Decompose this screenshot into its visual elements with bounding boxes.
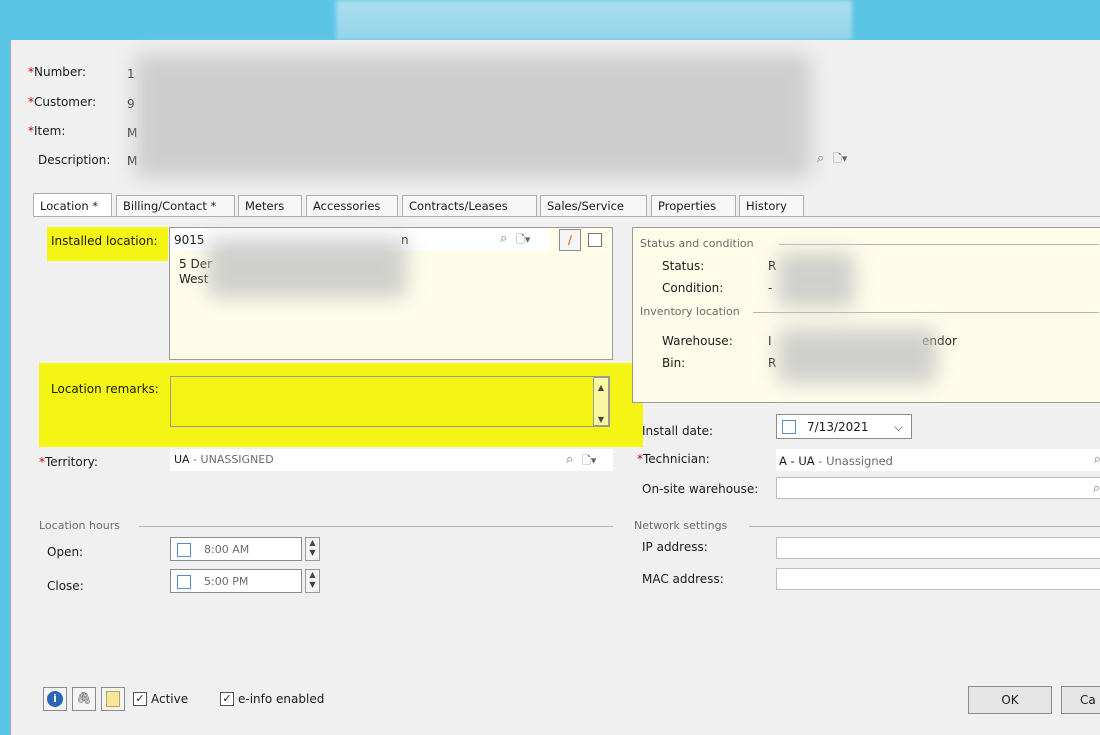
tab-billing-contact[interactable]: Billing/Contact * (116, 195, 235, 216)
dialog-window: Number: Customer: Item: Description: 1 9… (10, 40, 1100, 735)
search-icon[interactable]: ⌕ (1094, 452, 1100, 467)
mac-address-field[interactable] (776, 568, 1100, 590)
close-time-picker[interactable]: 5:00 PM (170, 569, 302, 593)
notes-button[interactable] (101, 687, 125, 711)
active-checkbox[interactable]: ✓ (133, 692, 147, 706)
install-date-picker[interactable]: 7/13/2021 ⌵ (776, 414, 912, 439)
close-time-spinner[interactable]: ▲ ▼ (305, 569, 320, 593)
installed-location-label: Installed location: (51, 234, 158, 248)
search-icon[interactable]: ⌕ (566, 452, 573, 467)
onsite-warehouse-field[interactable]: ⌕ (776, 477, 1100, 499)
location-remarks-label: Location remarks: (51, 382, 159, 396)
ok-button[interactable]: OK (968, 686, 1052, 714)
bin-label: Bin: (662, 356, 686, 370)
open-label: Open: (47, 545, 84, 559)
active-label: Active (151, 692, 189, 706)
window-title-redacted (336, 0, 852, 40)
onsite-warehouse-label: On-site warehouse: (642, 482, 759, 496)
attach-button[interactable]: 🖇 (72, 687, 96, 711)
number-label: Number: (28, 65, 86, 79)
network-settings-title: Network settings (634, 519, 728, 532)
note-dropdown-icon[interactable]: 🗋▾ (516, 231, 530, 250)
search-icon[interactable]: ⌕ (1093, 481, 1100, 496)
technician-field[interactable]: A - UA - Unassigned ⌕ (776, 449, 1100, 471)
tab-properties[interactable]: Properties (651, 195, 736, 216)
redacted-header-block (135, 54, 811, 178)
address-line-2: West (179, 272, 209, 286)
status-label: Status: (662, 259, 705, 273)
close-label: Close: (47, 579, 84, 593)
territory-field[interactable]: UA - UNASSIGNED (170, 449, 613, 471)
info-icon: i (47, 691, 63, 707)
status-value: R (768, 259, 777, 273)
condition-label: Condition: (662, 281, 724, 295)
technician-label: Technician: (637, 452, 710, 466)
location-remarks-textarea[interactable]: ▲ ▼ (170, 376, 610, 427)
install-date-label: Install date: (642, 424, 714, 438)
inventory-section-title: Inventory location (640, 305, 740, 318)
item-label: Item: (28, 124, 65, 138)
open-time-spinner[interactable]: ▲ ▼ (305, 537, 320, 561)
chevron-down-icon[interactable]: ⌵ (894, 420, 903, 435)
notes-icon (106, 691, 120, 707)
mac-address-label: MAC address: (642, 572, 724, 586)
redacted-inventory-block (777, 328, 937, 384)
number-field[interactable]: 1 (127, 67, 135, 81)
ip-address-field[interactable] (776, 537, 1100, 559)
paperclip-icon: 🖇 (76, 691, 92, 705)
territory-label: Territory: (39, 455, 98, 469)
search-icon[interactable]: ⌕ (500, 231, 507, 246)
einfo-checkbox[interactable]: ✓ (220, 692, 234, 706)
tab-sales-service[interactable]: Sales/Service (540, 195, 647, 216)
open-time-checkbox[interactable] (177, 543, 191, 557)
warehouse-value: I (768, 334, 772, 348)
location-checkbox[interactable] (588, 233, 602, 247)
install-date-checkbox[interactable] (782, 420, 796, 434)
tab-accessories[interactable]: Accessories (306, 195, 398, 216)
redacted-status-block (777, 252, 855, 308)
open-time-picker[interactable]: 8:00 AM (170, 537, 302, 561)
ip-address-label: IP address: (642, 540, 708, 554)
tab-contracts-leases[interactable]: Contracts/Leases (402, 195, 537, 216)
tab-meters[interactable]: Meters (238, 195, 302, 216)
bin-value: R (768, 356, 777, 370)
note-dropdown-icon[interactable]: 🗋▾ (833, 150, 847, 169)
cancel-button[interactable]: Ca (1061, 686, 1100, 714)
redacted-address-block (207, 238, 407, 298)
warehouse-label: Warehouse: (662, 334, 733, 348)
pencil-icon: ∕ (567, 233, 573, 247)
condition-value: - (768, 281, 773, 295)
description-label: Description: (38, 153, 111, 167)
location-hours-title: Location hours (39, 519, 120, 532)
einfo-label: e-info enabled (238, 692, 325, 706)
status-section-title: Status and condition (640, 237, 754, 250)
remarks-scrollbar[interactable]: ▲ ▼ (593, 377, 609, 426)
customer-label: Customer: (28, 95, 96, 109)
customer-field[interactable]: 9 (127, 97, 135, 111)
tab-history[interactable]: History (739, 195, 804, 216)
close-time-checkbox[interactable] (177, 575, 191, 589)
search-icon[interactable]: ⌕ (817, 151, 824, 166)
note-dropdown-icon[interactable]: 🗋▾ (582, 452, 596, 471)
info-button[interactable]: i (43, 687, 67, 711)
tab-location[interactable]: Location * (33, 193, 112, 217)
edit-location-button[interactable]: ∕ (559, 229, 581, 251)
